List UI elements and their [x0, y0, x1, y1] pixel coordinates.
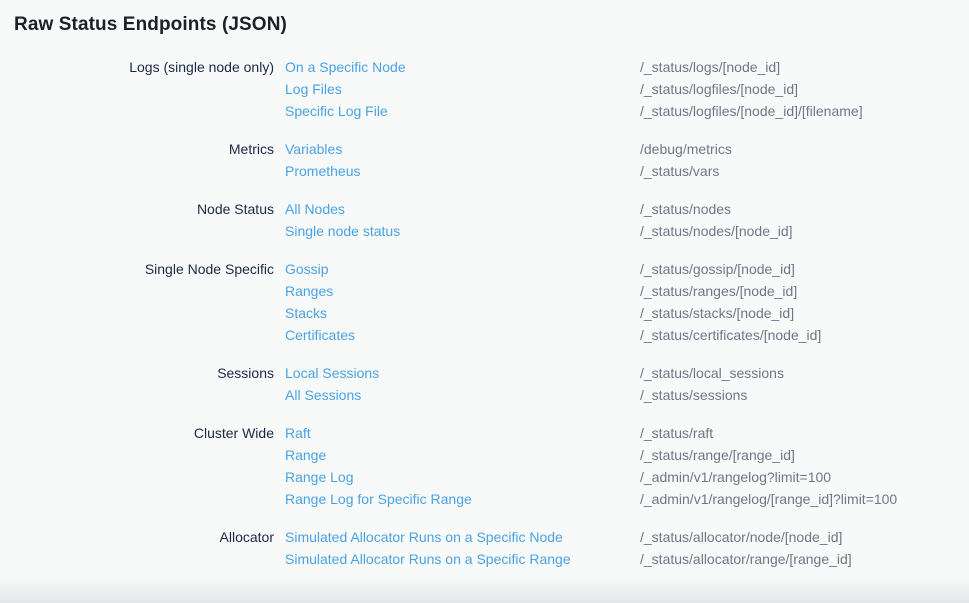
- endpoint-link[interactable]: Specific Log File: [285, 100, 640, 122]
- endpoint-row: Range Log /_admin/v1/rangelog?limit=100: [285, 466, 969, 488]
- endpoint-row: Simulated Allocator Runs on a Specific N…: [285, 526, 969, 548]
- endpoint-link[interactable]: All Nodes: [285, 198, 640, 220]
- group-label: Cluster Wide: [0, 422, 274, 444]
- endpoint-link[interactable]: Variables: [285, 138, 640, 160]
- group-label: Single Node Specific: [0, 258, 274, 280]
- group-rows: Gossip /_status/gossip/[node_id] Ranges …: [285, 258, 969, 346]
- group-rows: Variables /debug/metrics Prometheus /_st…: [285, 138, 969, 182]
- endpoint-row: Certificates /_status/certificates/[node…: [285, 324, 969, 346]
- endpoint-path: /debug/metrics: [640, 138, 732, 160]
- endpoint-row: On a Specific Node /_status/logs/[node_i…: [285, 56, 969, 78]
- group-rows: On a Specific Node /_status/logs/[node_i…: [285, 56, 969, 122]
- endpoint-link[interactable]: Log Files: [285, 78, 640, 100]
- endpoint-row: Specific Log File /_status/logfiles/[nod…: [285, 100, 969, 122]
- endpoint-group: Allocator Simulated Allocator Runs on a …: [0, 526, 969, 570]
- group-label: Allocator: [0, 526, 274, 548]
- group-rows: Local Sessions /_status/local_sessions A…: [285, 362, 969, 406]
- endpoint-row: Local Sessions /_status/local_sessions: [285, 362, 969, 384]
- endpoint-group: Node Status All Nodes /_status/nodes Sin…: [0, 198, 969, 242]
- endpoint-link[interactable]: On a Specific Node: [285, 56, 640, 78]
- endpoint-group: Metrics Variables /debug/metrics Prometh…: [0, 138, 969, 182]
- endpoint-path: /_status/gossip/[node_id]: [640, 258, 795, 280]
- endpoint-path: /_status/raft: [640, 422, 713, 444]
- endpoint-link[interactable]: Local Sessions: [285, 362, 640, 384]
- endpoint-path: /_status/logs/[node_id]: [640, 56, 780, 78]
- endpoint-path: /_status/allocator/range/[range_id]: [640, 548, 852, 570]
- endpoint-row: Ranges /_status/ranges/[node_id]: [285, 280, 969, 302]
- group-rows: Raft /_status/raft Range /_status/range/…: [285, 422, 969, 510]
- endpoint-link[interactable]: Range: [285, 444, 640, 466]
- endpoint-row: Stacks /_status/stacks/[node_id]: [285, 302, 969, 324]
- endpoint-path: /_admin/v1/rangelog?limit=100: [640, 466, 831, 488]
- group-rows: Simulated Allocator Runs on a Specific N…: [285, 526, 969, 570]
- group-label: Sessions: [0, 362, 274, 384]
- endpoint-groups: Logs (single node only) On a Specific No…: [0, 56, 969, 570]
- endpoint-path: /_status/nodes: [640, 198, 731, 220]
- group-rows: All Nodes /_status/nodes Single node sta…: [285, 198, 969, 242]
- endpoint-row: Log Files /_status/logfiles/[node_id]: [285, 78, 969, 100]
- endpoint-group: Cluster Wide Raft /_status/raft Range /_…: [0, 422, 969, 510]
- page-title: Raw Status Endpoints (JSON): [14, 13, 969, 36]
- endpoint-row: Gossip /_status/gossip/[node_id]: [285, 258, 969, 280]
- endpoint-row: Prometheus /_status/vars: [285, 160, 969, 182]
- endpoint-row: Single node status /_status/nodes/[node_…: [285, 220, 969, 242]
- endpoint-path: /_status/stacks/[node_id]: [640, 302, 794, 324]
- endpoint-path: /_status/logfiles/[node_id]: [640, 78, 798, 100]
- endpoint-row: Range Log for Specific Range /_admin/v1/…: [285, 488, 969, 510]
- endpoint-link[interactable]: Range Log: [285, 466, 640, 488]
- endpoint-group: Single Node Specific Gossip /_status/gos…: [0, 258, 969, 346]
- endpoint-link[interactable]: Stacks: [285, 302, 640, 324]
- endpoint-path: /_status/sessions: [640, 384, 747, 406]
- endpoint-path: /_admin/v1/rangelog/[range_id]?limit=100: [640, 488, 897, 510]
- endpoint-path: /_status/nodes/[node_id]: [640, 220, 793, 242]
- group-label: Logs (single node only): [0, 56, 274, 78]
- endpoint-link[interactable]: Raft: [285, 422, 640, 444]
- endpoint-link[interactable]: Range Log for Specific Range: [285, 488, 640, 510]
- endpoint-path: /_status/allocator/node/[node_id]: [640, 526, 842, 548]
- endpoint-link[interactable]: Certificates: [285, 324, 640, 346]
- endpoint-link[interactable]: Single node status: [285, 220, 640, 242]
- endpoint-group: Logs (single node only) On a Specific No…: [0, 56, 969, 122]
- endpoint-path: /_status/range/[range_id]: [640, 444, 795, 466]
- endpoint-row: All Nodes /_status/nodes: [285, 198, 969, 220]
- endpoint-row: Range /_status/range/[range_id]: [285, 444, 969, 466]
- endpoint-path: /_status/certificates/[node_id]: [640, 324, 821, 346]
- group-label: Node Status: [0, 198, 274, 220]
- endpoint-link[interactable]: All Sessions: [285, 384, 640, 406]
- endpoint-row: Simulated Allocator Runs on a Specific R…: [285, 548, 969, 570]
- endpoint-row: Variables /debug/metrics: [285, 138, 969, 160]
- endpoint-path: /_status/local_sessions: [640, 362, 784, 384]
- group-label: Metrics: [0, 138, 274, 160]
- endpoint-link[interactable]: Simulated Allocator Runs on a Specific N…: [285, 526, 640, 548]
- endpoint-row: Raft /_status/raft: [285, 422, 969, 444]
- endpoint-path: /_status/vars: [640, 160, 719, 182]
- endpoint-link[interactable]: Simulated Allocator Runs on a Specific R…: [285, 548, 640, 570]
- endpoint-group: Sessions Local Sessions /_status/local_s…: [0, 362, 969, 406]
- endpoint-link[interactable]: Ranges: [285, 280, 640, 302]
- endpoint-path: /_status/logfiles/[node_id]/[filename]: [640, 100, 863, 122]
- endpoint-link[interactable]: Gossip: [285, 258, 640, 280]
- endpoint-path: /_status/ranges/[node_id]: [640, 280, 797, 302]
- endpoint-row: All Sessions /_status/sessions: [285, 384, 969, 406]
- debug-endpoints-page: Raw Status Endpoints (JSON) Logs (single…: [0, 0, 969, 603]
- endpoint-link[interactable]: Prometheus: [285, 160, 640, 182]
